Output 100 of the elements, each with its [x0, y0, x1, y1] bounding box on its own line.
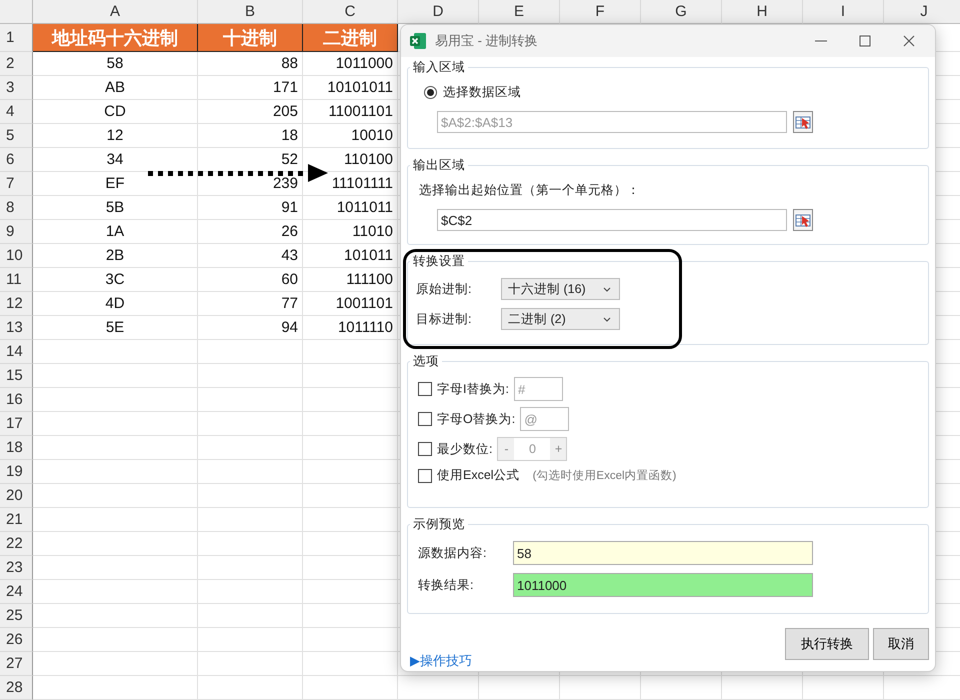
range-picker-icon[interactable] [793, 111, 813, 133]
table-cell: 1011011 [303, 196, 398, 220]
table-cell: 77 [198, 292, 303, 316]
row-header[interactable]: 1 [0, 24, 33, 52]
row-header[interactable]: 6 [0, 148, 33, 172]
table-cell: 1001101 [303, 292, 398, 316]
group-title: 输出区域 [412, 157, 466, 174]
row-header[interactable]: 13 [0, 316, 33, 340]
column-header[interactable]: F [560, 0, 641, 24]
source-preview-field: 58 [513, 541, 813, 565]
group-title: 选项 [412, 353, 440, 370]
table-cell: 58 [33, 52, 198, 76]
row-header[interactable]: 19 [0, 460, 33, 484]
row-header[interactable]: 24 [0, 580, 33, 604]
table-cell: 171 [198, 76, 303, 100]
row-header[interactable]: 25 [0, 604, 33, 628]
table-cell: 5E [33, 316, 198, 340]
row-header[interactable]: 5 [0, 124, 33, 148]
output-field[interactable]: $C$2 [437, 209, 787, 231]
column-header[interactable]: D [398, 0, 479, 24]
table-cell: 34 [33, 148, 198, 172]
table-cell: 10101011 [303, 76, 398, 100]
row-header[interactable]: 4 [0, 100, 33, 124]
caret-icon [603, 286, 611, 292]
field-label: 源数据内容: [418, 544, 488, 562]
checkbox-label: 使用Excel公式 [437, 467, 520, 484]
row-header[interactable]: 10 [0, 244, 33, 268]
checkbox[interactable] [418, 382, 432, 396]
result-preview-field: 1011000 [513, 573, 813, 597]
row-header[interactable]: 23 [0, 556, 33, 580]
checkbox[interactable] [418, 442, 432, 456]
row-header[interactable]: 28 [0, 676, 33, 700]
row-header[interactable]: 18 [0, 436, 33, 460]
checkbox-label: 最少数位: [437, 440, 492, 458]
column-header[interactable]: B [198, 0, 303, 24]
table-cell: CD [33, 100, 198, 124]
table-cell: 12 [33, 124, 198, 148]
caret-icon [603, 316, 611, 322]
spreadsheet-app-icon [409, 32, 427, 50]
checkbox-label: 字母O替换为: [437, 410, 516, 428]
column-header[interactable]: G [641, 0, 722, 24]
target-base-dropdown[interactable]: 二进制 (2) [501, 308, 620, 330]
field-label: 转换结果: [418, 576, 474, 594]
dialog-button[interactable]: 执行转换 [785, 628, 869, 660]
table-cell: 239 [198, 172, 303, 196]
group-title: 转换设置 [412, 253, 466, 270]
table-cell: 3C [33, 268, 198, 292]
row-header[interactable]: 16 [0, 388, 33, 412]
column-header[interactable]: J [884, 0, 960, 24]
table-cell: 10010 [303, 124, 398, 148]
close-icon[interactable] [902, 34, 916, 48]
row-header[interactable]: 22 [0, 532, 33, 556]
table-cell: 1A [33, 220, 198, 244]
checkbox[interactable] [418, 412, 432, 426]
table-cell: AB [33, 76, 198, 100]
table-cell: 43 [198, 244, 303, 268]
source-base-dropdown[interactable]: 十六进制 (16) [501, 278, 620, 300]
group-title: 示例预览 [412, 516, 466, 533]
field-label: 选择输出起始位置（第一个单元格）： [419, 182, 641, 199]
row-header[interactable]: 7 [0, 172, 33, 196]
column-header[interactable]: H [722, 0, 803, 24]
group-title: 输入区域 [412, 59, 466, 76]
table-cell: 4D [33, 292, 198, 316]
window-title: 易用宝 - 进制转换 [435, 32, 538, 50]
table-cell: 205 [198, 100, 303, 124]
row-header[interactable]: 20 [0, 484, 33, 508]
row-header[interactable]: 21 [0, 508, 33, 532]
column-header[interactable]: I [803, 0, 884, 24]
row-header[interactable]: 3 [0, 76, 33, 100]
field-label: 目标进制: [416, 310, 472, 328]
column-header[interactable]: C [303, 0, 398, 24]
column-header[interactable]: A [33, 0, 198, 24]
row-header[interactable]: 27 [0, 652, 33, 676]
header-cell: 地址码十六进制 [33, 24, 198, 52]
row-header[interactable]: 15 [0, 364, 33, 388]
table-cell: EF [33, 172, 198, 196]
table-cell: 11101111 [303, 172, 398, 196]
table-cell: 52 [198, 148, 303, 172]
row-header[interactable]: 11 [0, 268, 33, 292]
header-cell: 二进制 [303, 24, 398, 52]
hint-text: (勾选时使用Excel内置函数) [532, 468, 676, 483]
tips-link[interactable]: ▶操作技巧 [410, 652, 472, 670]
dialog-button[interactable]: 取消 [873, 628, 929, 660]
table-cell: 1011000 [303, 52, 398, 76]
row-header[interactable]: 2 [0, 52, 33, 76]
checkbox[interactable] [418, 468, 432, 482]
row-header[interactable]: 8 [0, 196, 33, 220]
row-header[interactable]: 26 [0, 628, 33, 652]
maximize-icon[interactable] [858, 34, 872, 48]
row-header[interactable]: 17 [0, 412, 33, 436]
table-cell: 111100 [303, 268, 398, 292]
row-header[interactable]: 9 [0, 220, 33, 244]
table-cell: 94 [198, 316, 303, 340]
row-header[interactable]: 14 [0, 340, 33, 364]
range-picker-icon[interactable] [793, 209, 813, 231]
column-header[interactable]: E [479, 0, 560, 24]
field-label: 原始进制: [416, 280, 472, 298]
row-header[interactable]: 12 [0, 292, 33, 316]
table-cell: 26 [198, 220, 303, 244]
table-cell: 11001101 [303, 100, 398, 124]
